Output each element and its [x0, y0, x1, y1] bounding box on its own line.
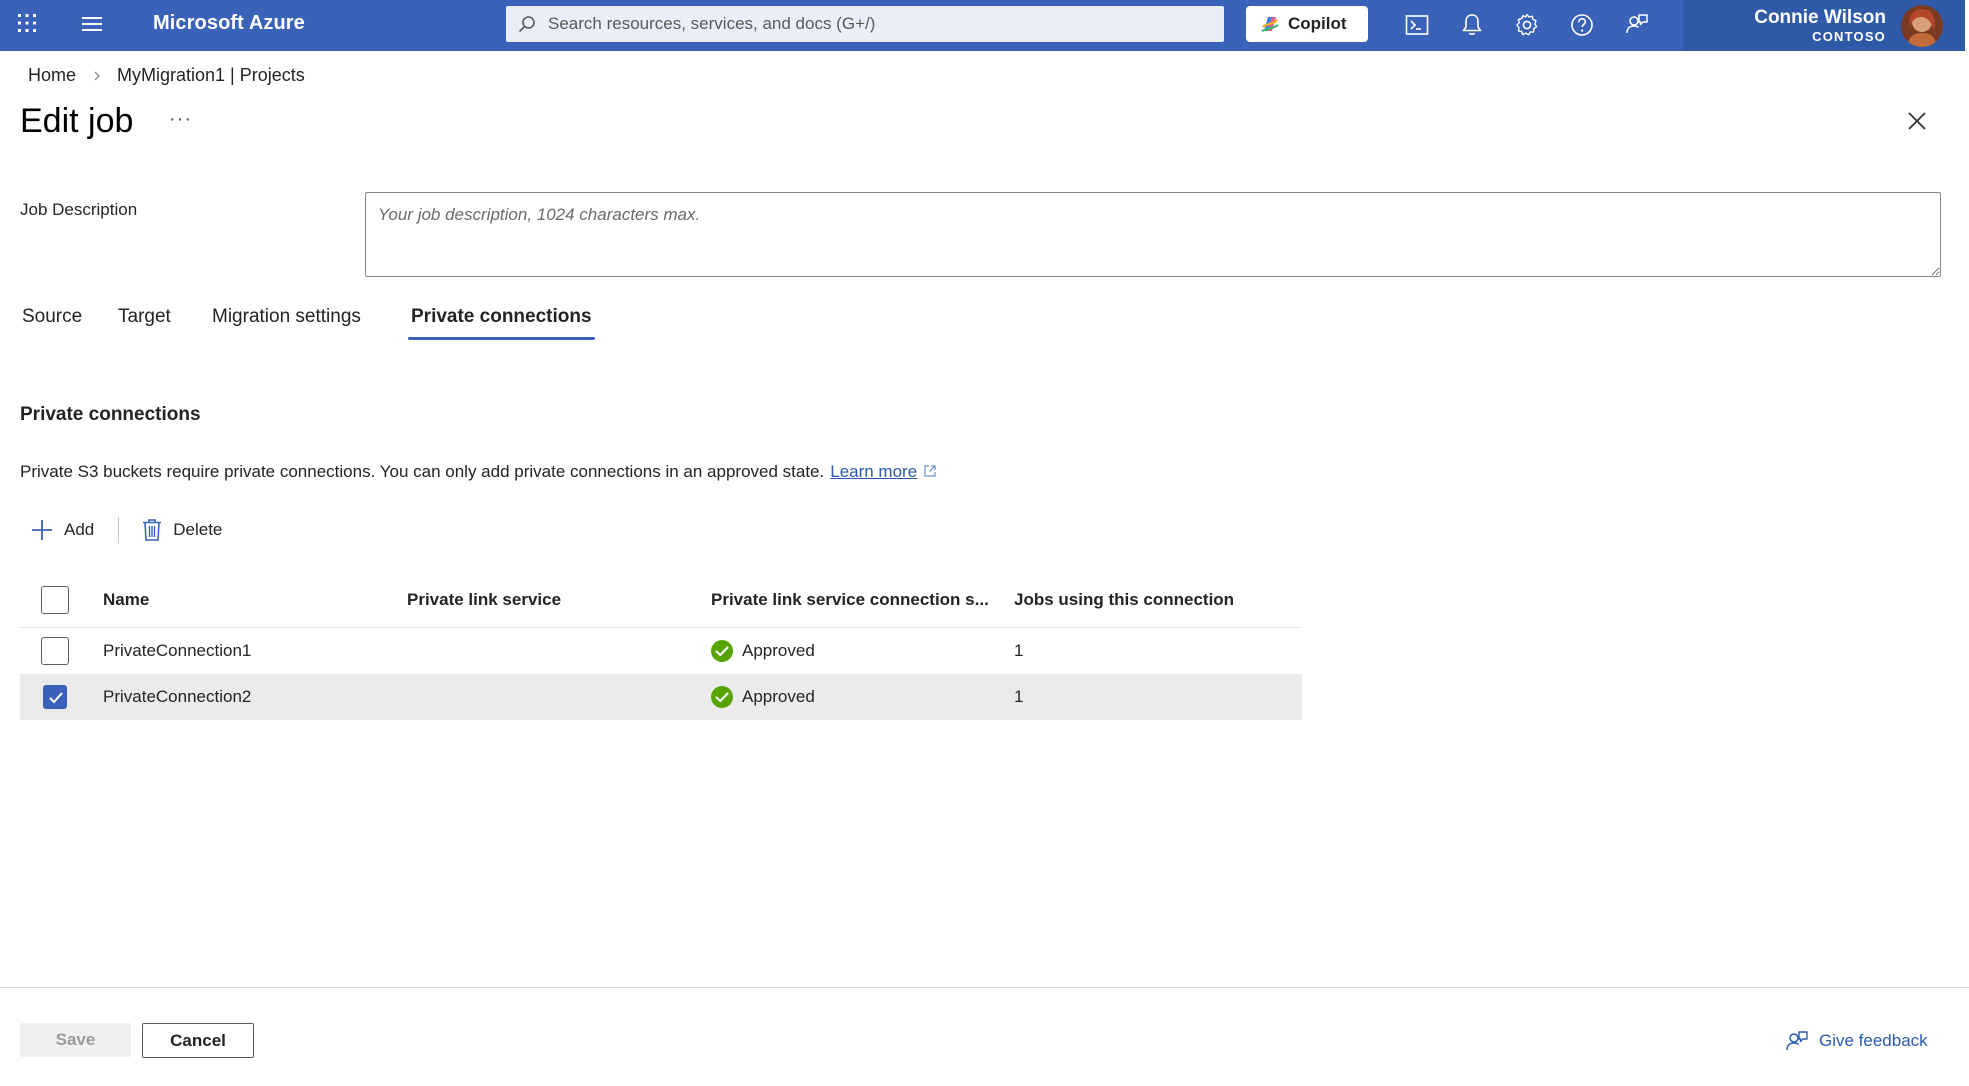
page-title: Edit job [20, 102, 134, 140]
command-divider [118, 517, 120, 543]
app-launcher-icon[interactable] [17, 13, 37, 33]
trash-icon [143, 519, 162, 541]
more-options-button[interactable]: ··· [169, 108, 192, 131]
row-checkbox[interactable] [41, 637, 69, 665]
search-icon [518, 16, 535, 33]
save-button[interactable]: Save [20, 1023, 131, 1057]
status-text: Approved [742, 641, 815, 660]
give-feedback-link[interactable]: Give feedback [1785, 1029, 1928, 1053]
learn-more-link[interactable]: Learn more [830, 462, 917, 481]
breadcrumb-project[interactable]: MyMigration1 | Projects [117, 65, 305, 86]
top-bar: Microsoft Azure Search resources, servic… [0, 0, 1969, 51]
avatar [1901, 5, 1943, 47]
success-check-icon [711, 640, 733, 662]
add-label: Add [64, 520, 95, 539]
delete-button[interactable]: Delete [141, 515, 222, 545]
feedback-icon [1786, 1031, 1808, 1051]
success-check-icon [711, 686, 733, 708]
window-edge [1965, 0, 1969, 51]
add-button[interactable]: Add [30, 515, 94, 545]
job-description-label: Job Description [20, 200, 138, 219]
column-header-connection-state[interactable]: Private link service connection s... [711, 572, 989, 627]
connection-name: PrivateConnection2 [103, 687, 252, 706]
section-title: Private connections [20, 404, 201, 425]
private-connections-grid: Name Private link service Private link s… [20, 572, 1302, 720]
account-menu[interactable]: Connie Wilson CONTOSO [1683, 0, 1969, 51]
delete-label: Delete [173, 520, 223, 539]
feedback-label: Give feedback [1819, 1031, 1928, 1050]
tab-migration-settings[interactable]: Migration settings [212, 306, 361, 340]
description-text: Private S3 buckets require private conne… [20, 462, 825, 481]
connection-status: Approved [711, 628, 815, 674]
tab-target[interactable]: Target [118, 306, 171, 340]
column-header-jobs[interactable]: Jobs using this connection [1014, 572, 1234, 627]
global-search[interactable]: Search resources, services, and docs (G+… [506, 6, 1224, 42]
brand-title[interactable]: Microsoft Azure [153, 12, 305, 35]
tab-private-connections[interactable]: Private connections [408, 306, 595, 340]
feedback-person-icon[interactable] [1624, 12, 1650, 38]
tab-source[interactable]: Source [22, 306, 82, 340]
notifications-bell-icon[interactable] [1459, 12, 1485, 38]
row-select-cell [43, 674, 67, 720]
section-description: Private S3 buckets require private conne… [20, 462, 937, 482]
plus-icon [32, 520, 52, 540]
connection-status: Approved [711, 674, 815, 720]
select-all-cell [41, 572, 69, 627]
user-org: CONTOSO [1812, 29, 1886, 44]
breadcrumb: Home MyMigration1 | Projects [28, 65, 305, 86]
help-icon[interactable] [1569, 12, 1595, 38]
jobs-count: 1 [1014, 641, 1024, 660]
breadcrumb-home[interactable]: Home [28, 65, 76, 86]
checkmark-icon [49, 692, 63, 704]
search-placeholder: Search resources, services, and docs (G+… [548, 14, 876, 33]
copilot-button[interactable]: Copilot [1246, 6, 1368, 42]
connection-name: PrivateConnection1 [103, 641, 252, 660]
column-header-name[interactable]: Name [103, 572, 149, 627]
row-select-cell [41, 628, 69, 674]
row-checkbox[interactable] [43, 685, 67, 709]
copilot-icon [1261, 17, 1279, 33]
user-name: Connie Wilson [1754, 7, 1886, 28]
status-text: Approved [742, 687, 815, 706]
settings-gear-icon[interactable] [1514, 12, 1540, 38]
table-row[interactable]: PrivateConnection2 Approved 1 [20, 674, 1302, 720]
external-link-icon [924, 465, 936, 477]
hamburger-menu-icon[interactable] [80, 14, 104, 34]
command-bar: Add Delete [30, 515, 222, 545]
copilot-label: Copilot [1288, 14, 1347, 33]
cancel-button[interactable]: Cancel [142, 1023, 254, 1058]
chevron-right-icon [94, 71, 100, 80]
close-icon[interactable] [1906, 110, 1928, 132]
table-row[interactable]: PrivateConnection1 Approved 1 [20, 628, 1302, 674]
grid-header-row: Name Private link service Private link s… [20, 572, 1302, 628]
footer-divider [0, 987, 1969, 988]
jobs-count: 1 [1014, 687, 1024, 706]
cloud-shell-icon[interactable] [1404, 12, 1430, 38]
job-description-input[interactable] [365, 192, 1941, 277]
column-header-private-link-service[interactable]: Private link service [407, 572, 561, 627]
select-all-checkbox[interactable] [41, 585, 69, 614]
